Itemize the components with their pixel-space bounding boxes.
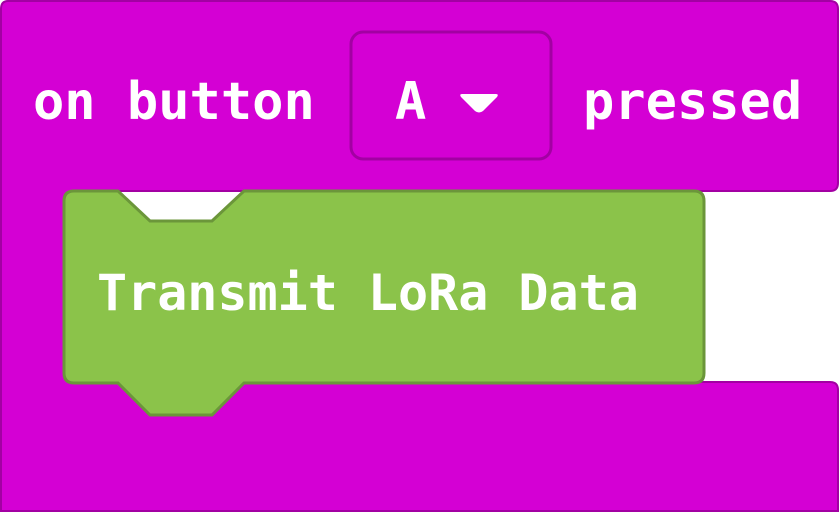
blocks-canvas: on button A pressed Transmit LoRa Data xyxy=(0,0,839,512)
triangle-down-icon xyxy=(459,92,499,119)
button-dropdown-value: A xyxy=(395,72,427,132)
event-label-prefix: on button xyxy=(33,72,315,132)
button-dropdown[interactable] xyxy=(351,32,551,159)
statement-block-label: Transmit LoRa Data xyxy=(97,264,639,322)
event-label-suffix: pressed xyxy=(583,72,803,132)
